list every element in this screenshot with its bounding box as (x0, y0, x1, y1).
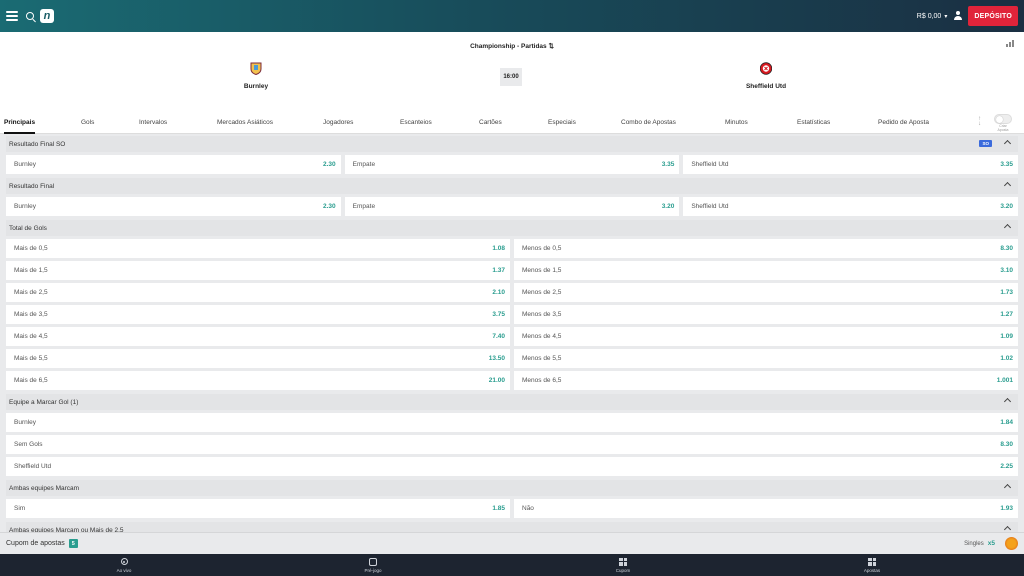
coupon-count-badge: 5 (68, 539, 78, 548)
tab-especiais[interactable]: Especiais (548, 112, 576, 134)
market-title: Equipe a Marcar Gol (1) (9, 398, 79, 406)
away-team-name: Sheffield Utd (745, 83, 787, 90)
market-tabs: Principais Gols Intervalos Mercados Asiá… (0, 112, 1024, 134)
coupon-label: Cupom de apostas (6, 540, 65, 547)
odd-button[interactable]: Menos de 6,5 1.001 (514, 371, 1018, 390)
tab-intervalos[interactable]: Intervalos (139, 112, 167, 134)
market-title: Resultado Final SO (9, 140, 66, 148)
odd-button[interactable]: Menos de 3,5 1.27 (514, 305, 1018, 324)
odd-button[interactable]: Empate 3.35 (344, 155, 680, 174)
odd-button[interactable]: Menos de 1,5 3.10 (514, 261, 1018, 280)
deposit-button[interactable]: DEPÓSITO (968, 6, 1018, 26)
odd-button[interactable]: Menos de 2,5 1.73 (514, 283, 1018, 302)
balance[interactable]: R$ 0,00 (917, 13, 942, 20)
live-icon (120, 558, 128, 565)
odd-button[interactable]: Burnley 2.30 (6, 197, 341, 216)
odd-button[interactable]: Empate 3.20 (344, 197, 680, 216)
odd-button[interactable]: Mais de 1,5 1.37 (6, 261, 510, 280)
market-header[interactable]: Resultado Final SO SO (6, 136, 1018, 152)
stats-icon[interactable] (1006, 40, 1014, 47)
market-header[interactable]: Equipe a Marcar Gol (1) (6, 394, 1018, 410)
odd-button[interactable]: Mais de 2,5 2.10 (6, 283, 510, 302)
odd-button[interactable]: Sim 1.85 (6, 499, 510, 518)
coupon-icon (619, 557, 627, 566)
odd-button[interactable]: Burnley 2.30 (6, 155, 341, 174)
singles-multiplier: x5 (987, 540, 995, 547)
odd-button[interactable]: Mais de 4,5 7.40 (6, 327, 510, 346)
odd-button[interactable]: Mais de 5,5 13.50 (6, 349, 510, 368)
chevron-down-icon[interactable]: ▾ (944, 13, 947, 20)
odd-button[interactable]: Menos de 0,5 8.30 (514, 239, 1018, 258)
tab-mercados-asiaticos[interactable]: Mercados Asiáticos (217, 112, 273, 134)
tab-escanteios[interactable]: Escanteios (400, 112, 432, 134)
odd-button[interactable]: Sheffield Utd 3.20 (683, 197, 1019, 216)
chevron-up-icon[interactable] (1003, 397, 1012, 406)
market-header[interactable]: Resultado Final (6, 178, 1018, 194)
singles-label: Singles (964, 540, 984, 547)
chevron-up-icon[interactable] (1003, 181, 1012, 190)
bets-icon (868, 557, 876, 566)
sheffield-crest-icon (759, 62, 773, 75)
bet-builder-label: Criar Aposta (997, 124, 1009, 132)
nav-prematch[interactable]: Pré-jogo (348, 557, 398, 573)
competition-title[interactable]: Championship - Partidas ⇅ (0, 42, 1024, 50)
odd-button[interactable]: Menos de 5,5 1.02 (514, 349, 1018, 368)
nav-coupon[interactable]: Cupom (598, 557, 648, 573)
odd-button[interactable]: Burnley 1.84 (6, 413, 1018, 432)
menu-icon[interactable] (6, 11, 18, 21)
odd-button[interactable]: Sem Gols 8.30 (6, 435, 1018, 454)
sort-arrows-icon: ⇅ (548, 43, 554, 50)
home-team-name: Burnley (243, 83, 269, 90)
market-header[interactable]: Total de Gols (6, 220, 1018, 236)
sort-icon[interactable]: ↑ ↓ (978, 116, 981, 127)
so-badge: SO (979, 140, 992, 147)
odd-button[interactable]: Não 1.93 (514, 499, 1018, 518)
burnley-crest-icon (250, 62, 262, 76)
bottom-nav: Ao vivo Pré-jogo Cupom Apostas (0, 554, 1024, 576)
tab-minutos[interactable]: Minutos (725, 112, 748, 134)
market-title: Resultado Final (9, 182, 55, 190)
kickoff-time: 16:00 (500, 68, 522, 86)
bet-builder-toggle[interactable] (994, 114, 1012, 124)
user-icon[interactable] (953, 11, 962, 21)
odd-button[interactable]: Mais de 0,5 1.08 (6, 239, 510, 258)
coupon-bar[interactable]: Cupom de apostas 5 Singles x5 (0, 532, 1024, 554)
match-header: Championship - Partidas ⇅ Burnley 16:00 … (0, 32, 1024, 112)
bet-builder-toggle-wrap: ↑ ↓ Criar Aposta (976, 114, 1016, 132)
tab-gols[interactable]: Gols (81, 112, 94, 134)
tab-combo-de-apostas[interactable]: Combo de Apostas (621, 112, 676, 134)
odd-button[interactable]: Sheffield Utd 2.25 (6, 457, 1018, 476)
nav-bets[interactable]: Apostas (847, 557, 897, 573)
odd-button[interactable]: Menos de 4,5 1.09 (514, 327, 1018, 346)
brand-logo[interactable]: n (40, 9, 54, 23)
search-icon[interactable] (26, 12, 34, 20)
chevron-up-icon[interactable] (1003, 139, 1012, 148)
market-title: Ambas equipes Marcam (9, 484, 80, 492)
tab-cartoes[interactable]: Cartões (479, 112, 502, 134)
prematch-icon (369, 557, 377, 566)
away-team: Sheffield Utd (736, 62, 796, 90)
market-header[interactable]: Ambas equipes Marcam (6, 480, 1018, 496)
markets-list: Resultado Final SO SO Burnley 2.30 Empate… (6, 136, 1019, 538)
odd-button[interactable]: Mais de 3,5 3.75 (6, 305, 510, 324)
tab-principais[interactable]: Principais (4, 112, 36, 134)
odd-button[interactable]: Mais de 6,5 21.00 (6, 371, 510, 390)
top-bar: n R$ 0,00 ▾ DEPÓSITO (0, 0, 1024, 32)
chevron-up-icon[interactable] (1003, 483, 1012, 492)
chevron-up-icon[interactable] (1003, 223, 1012, 232)
home-team: Burnley (226, 62, 286, 90)
promo-sun-icon[interactable] (1005, 537, 1018, 550)
tab-estatisticas[interactable]: Estatísticas (797, 112, 830, 134)
tab-pedido-de-aposta[interactable]: Pedido de Aposta (878, 112, 929, 134)
nav-live[interactable]: Ao vivo (99, 557, 149, 573)
odd-button[interactable]: Sheffield Utd 3.35 (683, 155, 1019, 174)
market-title: Total de Gols (9, 224, 47, 232)
tab-jogadores[interactable]: Jogadores (323, 112, 353, 134)
